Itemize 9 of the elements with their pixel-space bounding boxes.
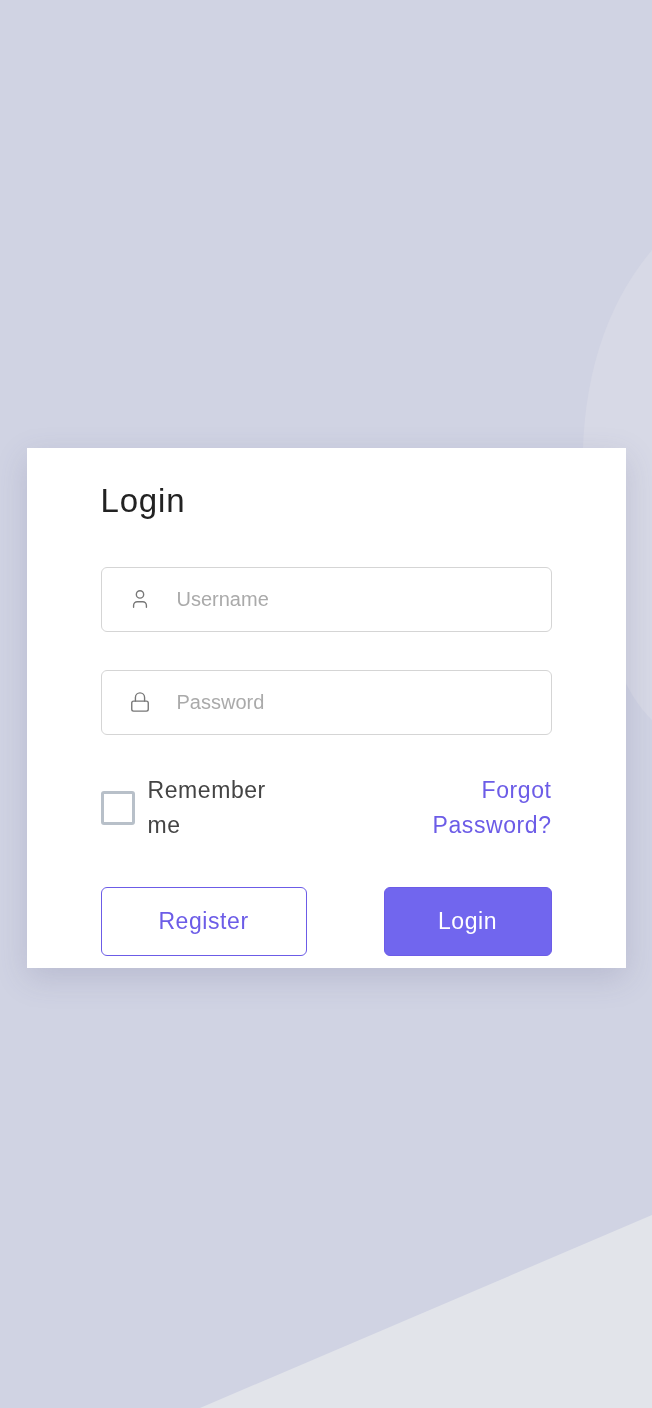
input-field[interactable]: Password — [100, 670, 552, 735]
remember-checkbox[interactable] — [100, 791, 135, 825]
forgot-password-link[interactable]: Forgot Password? — [411, 773, 552, 843]
login-title: Login — [100, 484, 187, 517]
login-button[interactable]: Login — [383, 887, 552, 956]
register-button[interactable]: Register — [100, 887, 307, 956]
input-field[interactable]: Username — [100, 567, 552, 632]
remember-label: Remember me — [147, 776, 267, 840]
lock-icon — [128, 691, 151, 713]
